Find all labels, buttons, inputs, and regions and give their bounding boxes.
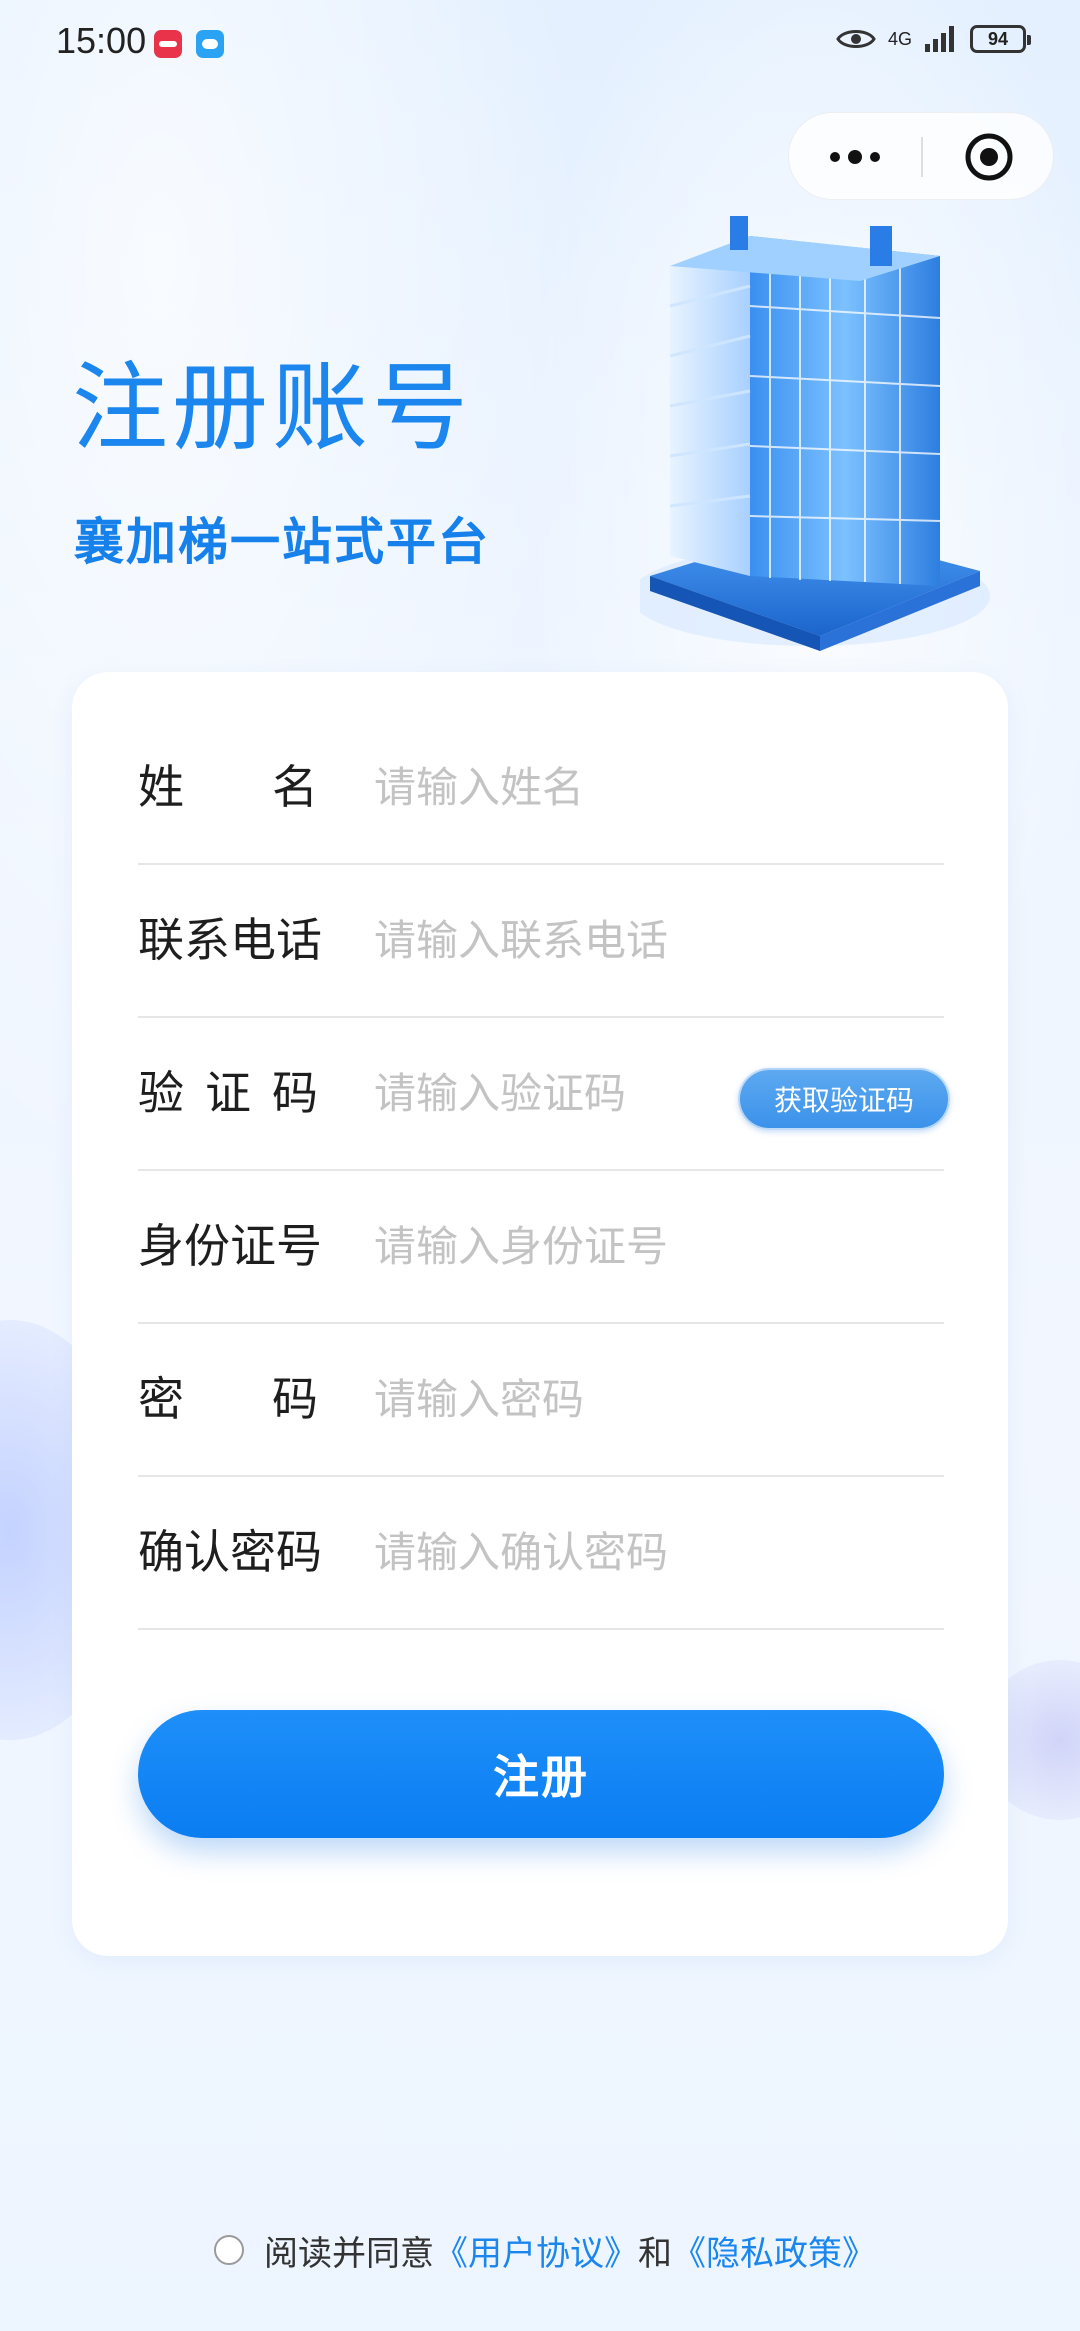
phone-label: 联系电话 [138, 913, 322, 967]
user-agreement-link[interactable]: 《用户协议》 [434, 2226, 638, 2275]
privacy-policy-link[interactable]: 《隐私政策》 [672, 2226, 876, 2275]
get-code-button[interactable]: 获取验证码 [738, 1068, 950, 1130]
password-row: 密码 [138, 1324, 944, 1477]
name-row: 姓名 [138, 712, 944, 865]
battery-level: 94 [987, 28, 1009, 49]
phone-row: 联系电话 [138, 865, 944, 1018]
code-row: 验证码 获取验证码 [138, 1018, 950, 1171]
register-form-card: 姓名 联系电话 验证码 获取验证码 身份证号 密码 确认密码 注册 [72, 672, 1008, 1956]
page-subtitle: 襄加梯一站式平台 [74, 513, 490, 571]
register-button[interactable]: 注册 [138, 1710, 944, 1838]
confirm-password-label: 确认密码 [138, 1525, 322, 1579]
target-close-icon[interactable] [923, 113, 1055, 201]
mini-program-capsule [788, 112, 1054, 200]
signal-strength-icon [925, 26, 954, 52]
code-label: 验证码 [138, 1066, 318, 1120]
id-number-input[interactable] [374, 1211, 934, 1281]
network-type-label: 4G [887, 29, 912, 49]
code-input[interactable] [374, 1058, 724, 1128]
agree-radio[interactable] [214, 2235, 244, 2265]
agreement-prefix: 阅读并同意 [264, 2233, 434, 2274]
agreement-connector: 和 [638, 2233, 672, 2274]
battery-icon: 94 [970, 25, 1031, 53]
confirm-password-row: 确认密码 [138, 1477, 944, 1630]
eye-icon [836, 30, 876, 48]
status-bar: 15:00 4G 94 [0, 0, 1080, 90]
password-label: 密码 [138, 1372, 318, 1426]
status-indicators: 4G 94 [836, 24, 1031, 54]
page-title: 注册账号 [72, 352, 472, 464]
status-time: 15:00 [56, 20, 147, 61]
password-input[interactable] [374, 1364, 934, 1434]
id-number-label: 身份证号 [138, 1219, 322, 1273]
phone-input[interactable] [374, 905, 934, 975]
agreement-row: 阅读并同意 《用户协议》 和 《隐私政策》 [214, 2222, 876, 2278]
name-input[interactable] [374, 752, 934, 822]
register-page: 15:00 4G 94 注册账号 襄加梯一站式平台 姓名 请输入姓名 联系电话 … [0, 0, 1080, 2331]
confirm-password-input[interactable] [374, 1517, 934, 1587]
news-app-icon [154, 30, 182, 58]
cloud-app-icon [196, 30, 224, 58]
building-illustration [640, 216, 990, 651]
more-dots-icon[interactable] [789, 113, 921, 201]
id-number-row: 身份证号 [138, 1171, 944, 1324]
name-label: 姓名 [138, 760, 318, 814]
